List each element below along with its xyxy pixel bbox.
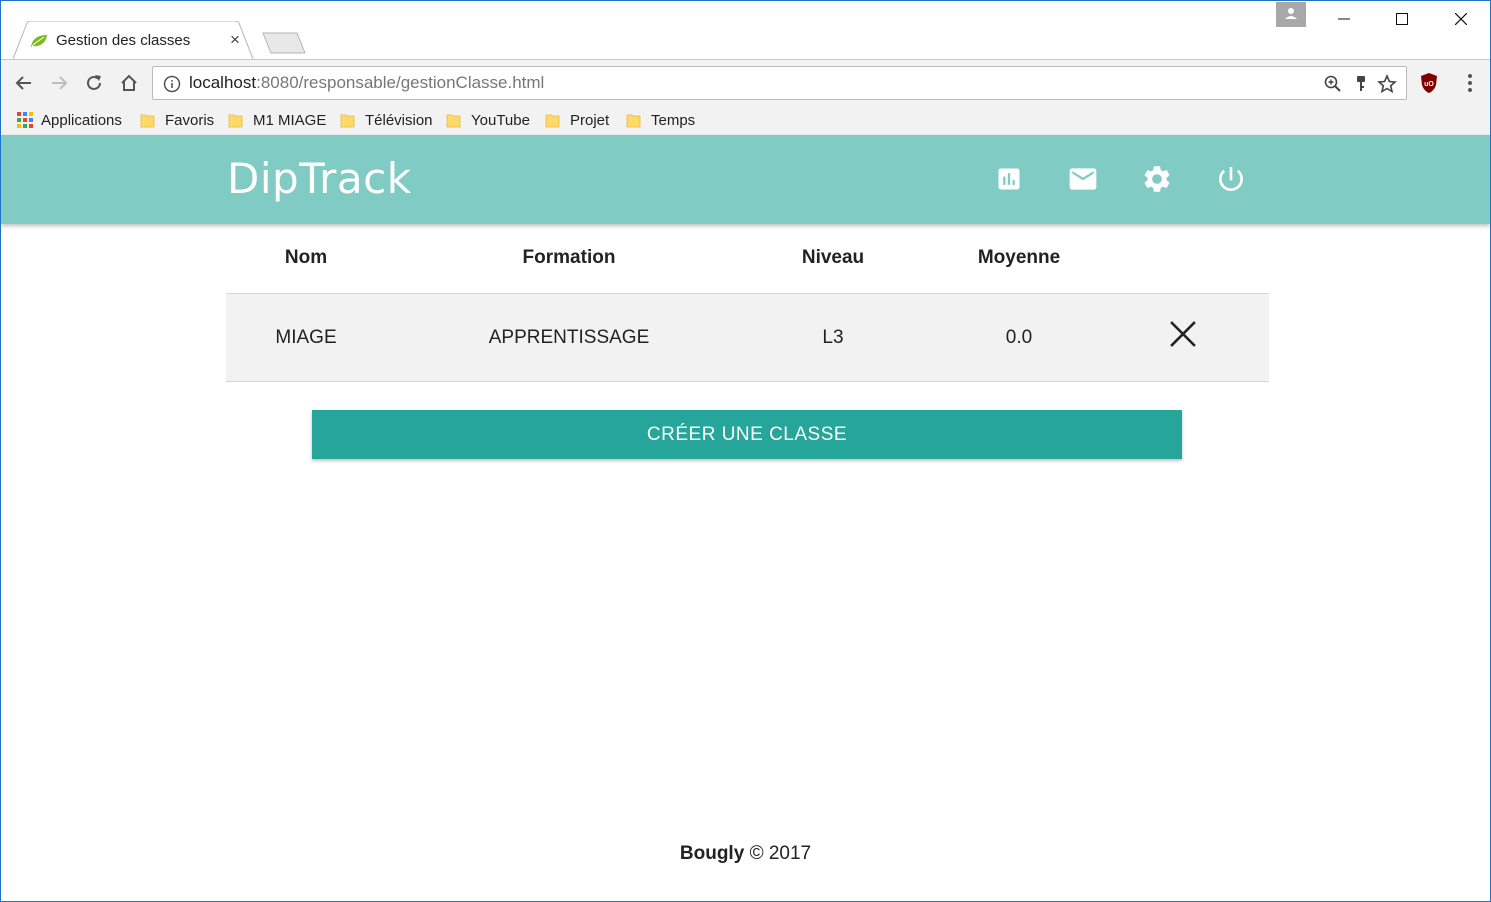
browser-tab[interactable]: Gestion des classes × (13, 21, 253, 59)
reload-icon (87, 75, 101, 90)
bookmarks-bar: Applications Favoris M1 MIAGE Télévision… (1, 105, 1490, 135)
statistics-button[interactable] (993, 163, 1025, 195)
url-host: localhost (189, 73, 257, 92)
settings-icon (1144, 166, 1170, 192)
info-icon[interactable] (163, 75, 181, 93)
column-header-niveau[interactable]: Niveau (802, 247, 864, 269)
classes-table: Nom Formation Niveau Moyenne MIAGE APPRE… (226, 225, 1269, 382)
column-header-moyenne[interactable]: Moyenne (978, 247, 1060, 269)
profile-button[interactable] (1276, 2, 1306, 27)
logout-button[interactable] (1215, 163, 1247, 195)
home-button[interactable] (116, 70, 142, 96)
chart-icon (998, 168, 1020, 190)
settings-button[interactable] (1141, 163, 1173, 195)
bookmark-projet[interactable]: Projet (545, 108, 609, 132)
back-button[interactable] (11, 70, 37, 96)
maximize-icon (1396, 13, 1408, 25)
home-icon (121, 74, 137, 91)
ublock-extension-icon[interactable]: uO (1419, 72, 1439, 94)
bookmark-star-icon[interactable] (1377, 74, 1397, 94)
messages-button[interactable] (1067, 163, 1099, 195)
user-icon (1285, 8, 1297, 19)
apps-grid-icon (17, 112, 33, 128)
bookmark-youtube[interactable]: YouTube (446, 108, 530, 132)
browser-window: Gestion des classes × localhost:8080/res… (0, 0, 1491, 902)
key-glyph-icon (1357, 76, 1365, 91)
power-icon (1219, 167, 1243, 191)
minimize-button[interactable] (1321, 5, 1367, 33)
kebab-menu-icon[interactable] (1461, 72, 1479, 94)
url-text: localhost:8080/responsable/gestionClasse… (189, 73, 544, 93)
app-brand[interactable]: DipTrack (227, 154, 412, 203)
bookmark-applications[interactable]: Applications (17, 108, 122, 132)
spring-leaf-icon (31, 35, 47, 47)
star-icon (1377, 74, 1397, 94)
folder-icon (545, 114, 560, 128)
table-row[interactable]: MIAGE APPRENTISSAGE L3 0.0 (226, 294, 1269, 382)
cell-nom: MIAGE (275, 327, 337, 348)
column-header-nom[interactable]: Nom (285, 247, 327, 269)
key-icon[interactable] (1351, 74, 1371, 94)
create-class-button[interactable]: CRÉER UNE CLASSE (312, 410, 1182, 459)
bookmark-label: YouTube (471, 111, 530, 129)
url-path: :8080/responsable/gestionClasse.html (256, 73, 545, 92)
column-header-formation[interactable]: Formation (523, 247, 616, 269)
zoom-glass-icon (1324, 75, 1341, 92)
forward-arrow-icon (52, 76, 68, 90)
bookmark-label: Temps (651, 111, 696, 129)
cell-niveau: L3 (822, 327, 844, 348)
folder-icon (626, 114, 641, 128)
address-bar[interactable]: localhost:8080/responsable/gestionClasse… (152, 66, 1407, 100)
bookmark-label: Applications (41, 111, 122, 129)
bookmark-m1-miage[interactable]: M1 MIAGE (228, 108, 326, 132)
bookmark-label: Projet (570, 111, 610, 129)
tab-title: Gestion des classes (56, 32, 191, 49)
bookmark-label: M1 MIAGE (253, 111, 327, 129)
cell-moyenne: 0.0 (1005, 327, 1033, 348)
maximize-button[interactable] (1379, 5, 1425, 33)
folder-icon (340, 114, 355, 128)
close-icon (1455, 13, 1467, 25)
mail-icon (1069, 168, 1097, 190)
back-arrow-icon (15, 76, 31, 90)
forward-button[interactable] (46, 70, 72, 96)
zoom-icon[interactable] (1323, 74, 1343, 94)
bookmark-label: Télévision (365, 111, 433, 129)
footer: Bougly © 2017 (1, 843, 1490, 865)
delete-class-close-icon[interactable] (1170, 321, 1196, 347)
minimize-icon (1338, 18, 1350, 20)
svg-text:uO: uO (1424, 81, 1434, 88)
tab-strip: Gestion des classes × (1, 1, 1490, 59)
folder-icon (446, 114, 461, 128)
tab-close-icon[interactable]: × (230, 30, 240, 50)
bookmark-temps[interactable]: Temps (626, 108, 695, 132)
cell-formation: APPRENTISSAGE (488, 327, 650, 348)
bookmark-favoris[interactable]: Favoris (140, 108, 214, 132)
close-window-button[interactable] (1438, 5, 1484, 33)
folder-icon (140, 114, 155, 128)
footer-author: Bougly (679, 843, 745, 864)
footer-copyright: © 2017 (749, 843, 812, 864)
app-header: DipTrack (1, 135, 1490, 224)
bookmark-label: Favoris (165, 111, 215, 129)
reload-button[interactable] (81, 70, 107, 96)
folder-icon (228, 114, 243, 128)
table-header: Nom Formation Niveau Moyenne (226, 225, 1269, 294)
new-tab-button[interactable] (261, 32, 307, 54)
browser-toolbar: localhost:8080/responsable/gestionClasse… (1, 59, 1490, 105)
bookmark-television[interactable]: Télévision (340, 108, 433, 132)
